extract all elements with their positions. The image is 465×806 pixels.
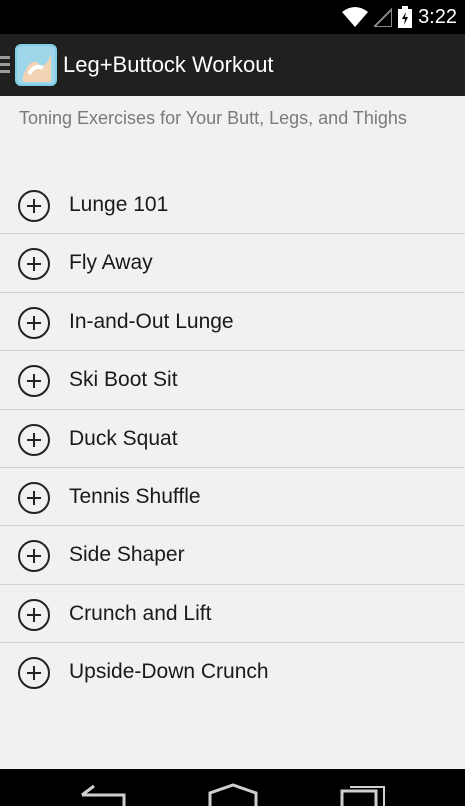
plus-circle-icon[interactable]	[18, 365, 50, 398]
exercise-list: Lunge 101 Fly Away In-and-Out Lunge Ski …	[0, 176, 465, 702]
exercise-label: Ski Boot Sit	[69, 368, 178, 392]
action-bar: Leg+Buttock Workout	[0, 34, 465, 96]
signal-icon	[374, 7, 393, 27]
plus-circle-icon[interactable]	[18, 306, 50, 339]
status-bar: 3:22	[0, 0, 465, 34]
list-item[interactable]: Duck Squat	[0, 410, 465, 468]
list-item[interactable]: In-and-Out Lunge	[0, 293, 465, 352]
drawer-icon[interactable]	[0, 56, 10, 76]
exercise-label: Fly Away	[69, 251, 153, 275]
plus-circle-icon[interactable]	[18, 657, 50, 690]
recents-icon[interactable]	[340, 783, 386, 806]
plus-circle-icon[interactable]	[18, 423, 50, 456]
app-title: Leg+Buttock Workout	[63, 52, 274, 77]
exercise-label: Side Shaper	[69, 543, 185, 567]
navigation-bar	[0, 769, 465, 806]
list-item[interactable]: Lunge 101	[0, 176, 465, 235]
exercise-label: Lunge 101	[69, 193, 169, 216]
app-logo[interactable]	[15, 44, 57, 86]
home-icon[interactable]	[208, 783, 258, 806]
exercise-label: Crunch and Lift	[69, 601, 212, 625]
page-subtitle: Toning Exercises for Your Butt, Legs, an…	[19, 108, 407, 128]
exercise-label: Duck Squat	[69, 426, 178, 450]
plus-circle-icon[interactable]	[18, 248, 50, 281]
plus-circle-icon[interactable]	[18, 598, 50, 631]
list-item[interactable]: Tennis Shuffle	[0, 468, 465, 527]
plus-circle-icon[interactable]	[18, 540, 50, 573]
exercise-label: Tennis Shuffle	[69, 484, 201, 508]
exercise-label: In-and-Out Lunge	[69, 309, 234, 333]
plus-circle-icon[interactable]	[18, 190, 50, 222]
wifi-icon	[342, 7, 369, 27]
list-item[interactable]: Ski Boot Sit	[0, 351, 465, 410]
battery-icon	[398, 6, 413, 28]
list-item[interactable]: Crunch and Lift	[0, 585, 465, 644]
list-item[interactable]: Upside-Down Crunch	[0, 643, 465, 701]
plus-circle-icon[interactable]	[18, 481, 50, 514]
clock: 3:22	[418, 5, 457, 28]
list-item[interactable]: Side Shaper	[0, 526, 465, 585]
list-item[interactable]: Fly Away	[0, 234, 465, 293]
exercise-label: Upside-Down Crunch	[69, 660, 269, 684]
back-icon[interactable]	[80, 783, 126, 806]
